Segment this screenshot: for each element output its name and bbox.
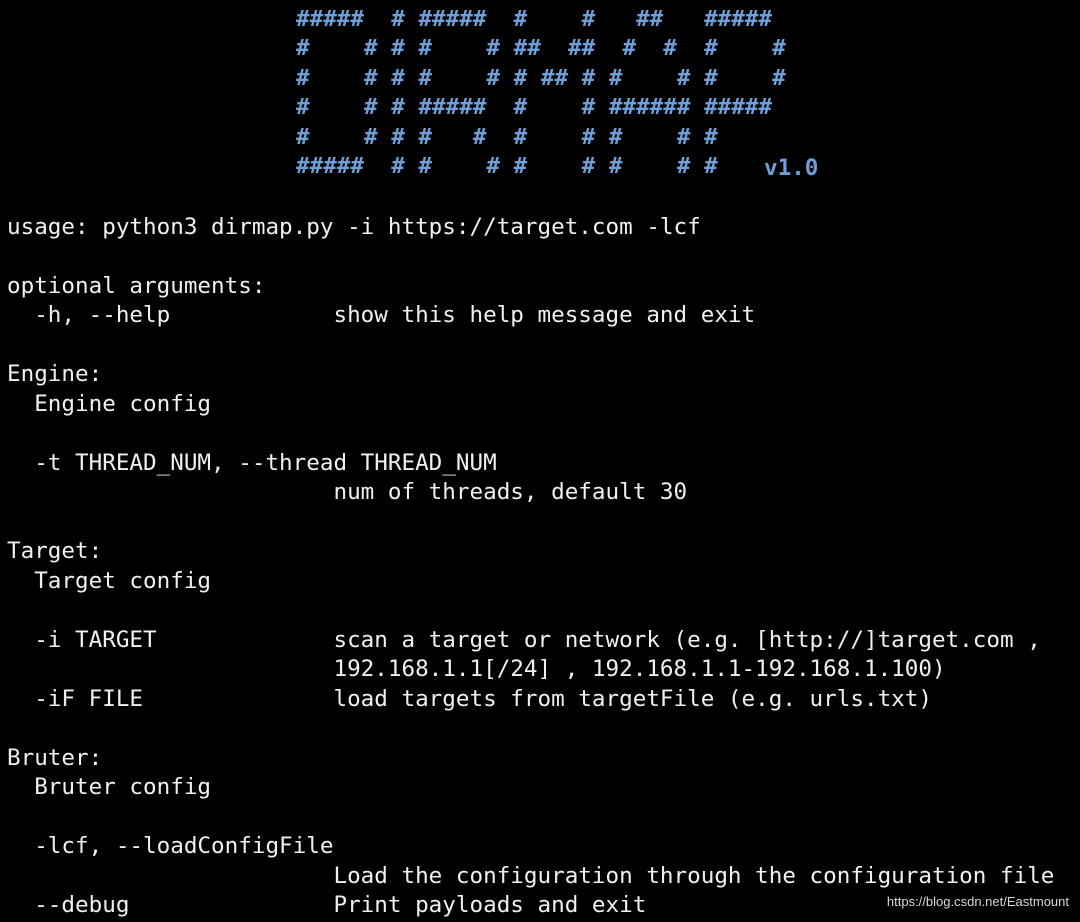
- optional-arguments-header: optional arguments:: [7, 273, 266, 299]
- source-watermark: https://blog.csdn.net/Eastmount: [886, 894, 1069, 909]
- target-option-continuation: 192.168.1.1[/24] , 192.168.1.1-192.168.1…: [7, 656, 946, 682]
- banner-line: # # # ##### # # ###### #####: [296, 94, 773, 121]
- engine-description: Engine config: [7, 391, 212, 417]
- banner-line: ##### # # # # # # # #: [296, 152, 718, 179]
- thread-option: -t THREAD_NUM, --thread THREAD_NUM: [7, 450, 497, 476]
- target-description: Target config: [7, 568, 212, 594]
- debug-option: --debug Print payloads and exit: [7, 892, 647, 918]
- target-option: -i TARGET scan a target or network (e.g.…: [7, 627, 1041, 653]
- load-config-file-description: Load the configuration through the confi…: [7, 863, 1055, 889]
- engine-header: Engine:: [7, 361, 103, 387]
- target-header: Target:: [7, 538, 103, 564]
- banner-line: # # # # # # ## # # # # #: [296, 64, 786, 91]
- help-option: -h, --help show this help message and ex…: [7, 302, 756, 328]
- banner-line: ##### # ##### # # ## #####: [296, 6, 773, 32]
- target-file-option: -iF FILE load targets from targetFile (e…: [7, 686, 932, 712]
- banner-line: # # # # # ## ## # # # #: [296, 35, 786, 62]
- thread-option-description: num of threads, default 30: [7, 479, 688, 505]
- load-config-file-option: -lcf, --loadConfigFile: [7, 833, 334, 859]
- bruter-header: Bruter:: [7, 745, 103, 771]
- version-label: v1.0: [764, 155, 819, 181]
- usage-line: usage: python3 dirmap.py -i https://targ…: [7, 214, 701, 240]
- bruter-description: Bruter config: [7, 774, 212, 800]
- dirmap-ascii-banner: ##### # ##### # # ## ##### # # # # # ## #…: [296, 5, 786, 181]
- terminal-window: ##### # ##### # # ## ##### # # # # # ## #…: [0, 0, 1080, 922]
- banner-line: # # # # # # # # # #: [296, 123, 718, 150]
